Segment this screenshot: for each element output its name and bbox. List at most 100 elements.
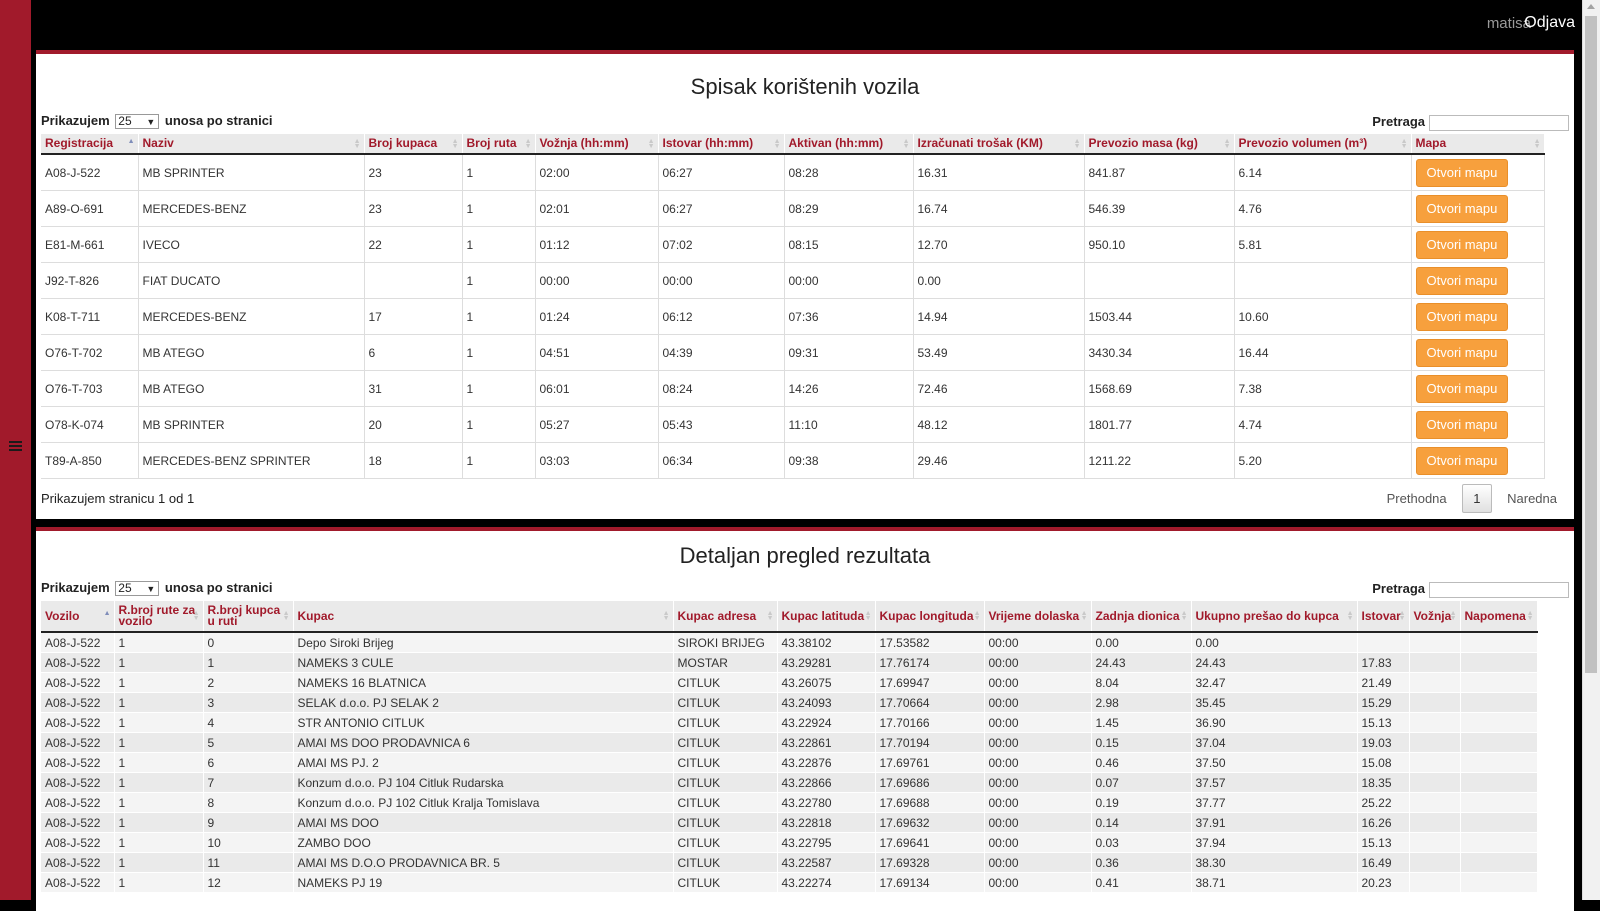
vehicles-panel: Spisak korištenih vozila Prikazujem 25 ▼ … <box>36 50 1574 519</box>
open-map-button[interactable]: Otvori mapu <box>1415 410 1509 439</box>
cell-kupac-adresa: CITLUK <box>673 812 778 833</box>
details-header-voznja[interactable]: Vožnja ▲ ▼ <box>1409 601 1461 633</box>
details-header-istovar[interactable]: Istovar ▲ ▼ <box>1357 601 1410 633</box>
cell-registracija: J92-T-826 <box>41 262 139 299</box>
cell-kupac-adresa: CITLUK <box>673 792 778 813</box>
vehicles-table: Registracija ▲ Naziv ▲ ▼ Broj kupaca ▲ ▼ Broj ru… <box>41 134 1545 479</box>
vehicles-header-mapa[interactable]: Mapa ▲ ▼ <box>1411 134 1545 155</box>
cell-prevozio-volumen-m: 5.20 <box>1234 442 1412 479</box>
sort-icon: ▲ ▼ <box>282 610 290 622</box>
cell-ukupno-presao-do-kupca: 24.43 <box>1191 652 1358 673</box>
details-header-vozilo[interactable]: Vozilo ▲ <box>41 601 115 633</box>
cell-naziv: MB ATEGO <box>138 370 365 407</box>
detail-row: A08-J-522 1 7 Konzum d.o.o. PJ 104 Citluk R… <box>41 772 1538 793</box>
details-header-r-broj-rute-za-vozilo[interactable]: R.broj rute za vozilo ▲ ▼ <box>114 601 204 633</box>
cell-r-broj-kupca-u-ruti: 6 <box>203 752 294 773</box>
vehicle-row: J92-T-826 FIAT DUCATO 1 00:00 00:00 00:00 0.00… <box>41 262 1545 299</box>
cell-kupac-latituda: 43.22818 <box>777 812 876 833</box>
open-map-button[interactable]: Otvori mapu <box>1415 230 1509 259</box>
vehicle-row: E81-M-661 IVECO 22 1 01:12 07:02 08:15 12.70 950… <box>41 226 1545 263</box>
open-map-button[interactable]: Otvori mapu <box>1415 446 1509 475</box>
cell-voznja <box>1409 872 1461 893</box>
details-header-kupac-longituda[interactable]: Kupac longituda ▲ ▼ <box>875 601 985 633</box>
cell-broj-ruta: 1 <box>462 154 536 191</box>
open-map-button[interactable]: Otvori mapu <box>1415 338 1509 367</box>
vehicles-search-input[interactable] <box>1429 114 1569 131</box>
prev-page-button[interactable]: Prethodna <box>1387 491 1447 506</box>
details-header-kupac-adresa[interactable]: Kupac adresa ▲ ▼ <box>673 601 778 633</box>
open-map-button[interactable]: Otvori mapu <box>1415 158 1509 187</box>
cell-prevozio-volumen-m <box>1234 262 1412 299</box>
cell-istovar-hh-mm: 08:24 <box>658 370 785 407</box>
vehicles-header-naziv[interactable]: Naziv ▲ ▼ <box>138 134 365 155</box>
cell-ukupno-presao-do-kupca: 32.47 <box>1191 672 1358 693</box>
details-header-kupac[interactable]: Kupac ▲ ▼ <box>293 601 674 633</box>
cell-izracunati-trosak-km: 16.74 <box>913 190 1085 227</box>
vehicles-header-aktivan-hh-mm[interactable]: Aktivan (hh:mm) ▲ ▼ <box>784 134 914 155</box>
open-map-button[interactable]: Otvori mapu <box>1415 302 1509 331</box>
cell-r-broj-kupca-u-ruti: 5 <box>203 732 294 753</box>
vehicle-row: A89-O-691 MERCEDES-BENZ 23 1 02:01 06:27 08:29… <box>41 190 1545 227</box>
details-header-r-broj-kupca-u-ruti[interactable]: R.broj kupca u ruti ▲ ▼ <box>203 601 294 633</box>
cell-kupac-latituda: 43.22780 <box>777 792 876 813</box>
cell-registracija: K08-T-711 <box>41 298 139 335</box>
page-1-button[interactable]: 1 <box>1462 484 1492 513</box>
cell-istovar: 16.49 <box>1357 852 1410 873</box>
cell-prevozio-masa-kg: 1568.69 <box>1084 370 1235 407</box>
vehicles-header-broj-ruta[interactable]: Broj ruta ▲ ▼ <box>462 134 536 155</box>
cell-kupac: Depo Siroki Brijeg <box>293 632 674 653</box>
sort-icon: ▲ ▼ <box>647 137 655 150</box>
vehicles-header-registracija[interactable]: Registracija ▲ <box>41 134 139 155</box>
cell-naziv: MB SPRINTER <box>138 406 365 443</box>
scroll-thumb[interactable] <box>1585 16 1597 673</box>
vehicles-header-izracunati-trosak-km[interactable]: Izračunati trošak (KM) ▲ ▼ <box>913 134 1085 155</box>
sort-icon: ▲ ▼ <box>1533 137 1541 150</box>
page-scrollbar[interactable] <box>1582 0 1600 900</box>
cell-voznja <box>1409 712 1461 733</box>
cell-izracunati-trosak-km: 53.49 <box>913 334 1085 371</box>
details-length-select[interactable]: 25 ▼ <box>115 581 160 597</box>
next-page-button[interactable]: Naredna <box>1507 491 1557 506</box>
details-header-zadnja-dionica[interactable]: Zadnja dionica ▲ ▼ <box>1091 601 1192 633</box>
cell-aktivan-hh-mm: 08:29 <box>784 190 914 227</box>
vehicles-length-control: Prikazujem 25 ▼ unosa po stranici <box>41 113 273 130</box>
cell-voznja <box>1409 652 1461 673</box>
cell-aktivan-hh-mm: 14:26 <box>784 370 914 407</box>
cell-istovar-hh-mm: 06:27 <box>658 190 785 227</box>
vehicles-length-select[interactable]: 25 ▼ <box>115 114 160 130</box>
cell-kupac-adresa: CITLUK <box>673 832 778 853</box>
cell-kupac-longituda: 17.70664 <box>875 692 985 713</box>
details-search-input[interactable] <box>1429 581 1569 598</box>
vehicles-header-broj-kupaca[interactable]: Broj kupaca ▲ ▼ <box>364 134 463 155</box>
cell-napomena <box>1460 732 1538 753</box>
menu-icon[interactable] <box>9 441 22 453</box>
cell-kupac-longituda: 17.69947 <box>875 672 985 693</box>
cell-registracija: O76-T-703 <box>41 370 139 407</box>
cell-voznja-hh-mm: 00:00 <box>535 262 659 299</box>
cell-r-broj-kupca-u-ruti: 0 <box>203 632 294 653</box>
cell-naziv: MERCEDES-BENZ <box>138 298 365 335</box>
vehicles-header-prevozio-masa-kg[interactable]: Prevozio masa (kg) ▲ ▼ <box>1084 134 1235 155</box>
cell-vrijeme-dolaska: 00:00 <box>984 812 1092 833</box>
cell-vrijeme-dolaska: 00:00 <box>984 752 1092 773</box>
cell-napomena <box>1460 852 1538 873</box>
cell-r-broj-rute-za-vozilo: 1 <box>114 832 204 853</box>
details-header-kupac-latituda[interactable]: Kupac latituda ▲ ▼ <box>777 601 876 633</box>
open-map-button[interactable]: Otvori mapu <box>1415 374 1509 403</box>
cell-napomena <box>1460 872 1538 893</box>
open-map-button[interactable]: Otvori mapu <box>1415 266 1509 295</box>
details-header-napomena[interactable]: Napomena ▲ ▼ <box>1460 601 1538 633</box>
cell-vrijeme-dolaska: 00:00 <box>984 692 1092 713</box>
sort-icon: ▲ ▼ <box>1080 610 1088 622</box>
cell-voznja-hh-mm: 03:03 <box>535 442 659 479</box>
cell-mapa: Otvori mapu <box>1411 406 1545 443</box>
vehicles-header-istovar-hh-mm[interactable]: Istovar (hh:mm) ▲ ▼ <box>658 134 785 155</box>
details-header-vrijeme-dolaska[interactable]: Vrijeme dolaska ▲ ▼ <box>984 601 1092 633</box>
vehicles-header-voznja-hh-mm[interactable]: Vožnja (hh:mm) ▲ ▼ <box>535 134 659 155</box>
open-map-button[interactable]: Otvori mapu <box>1415 194 1509 223</box>
cell-napomena <box>1460 692 1538 713</box>
details-header-ukupno-presao-do-kupca[interactable]: Ukupno prešao do kupca ▲ ▼ <box>1191 601 1358 633</box>
scroll-up-arrow-icon[interactable] <box>1587 4 1595 9</box>
vehicles-header-prevozio-volumen-m[interactable]: Prevozio volumen (m³) ▲ ▼ <box>1234 134 1412 155</box>
logout-link[interactable]: Odjava <box>1524 14 1575 32</box>
